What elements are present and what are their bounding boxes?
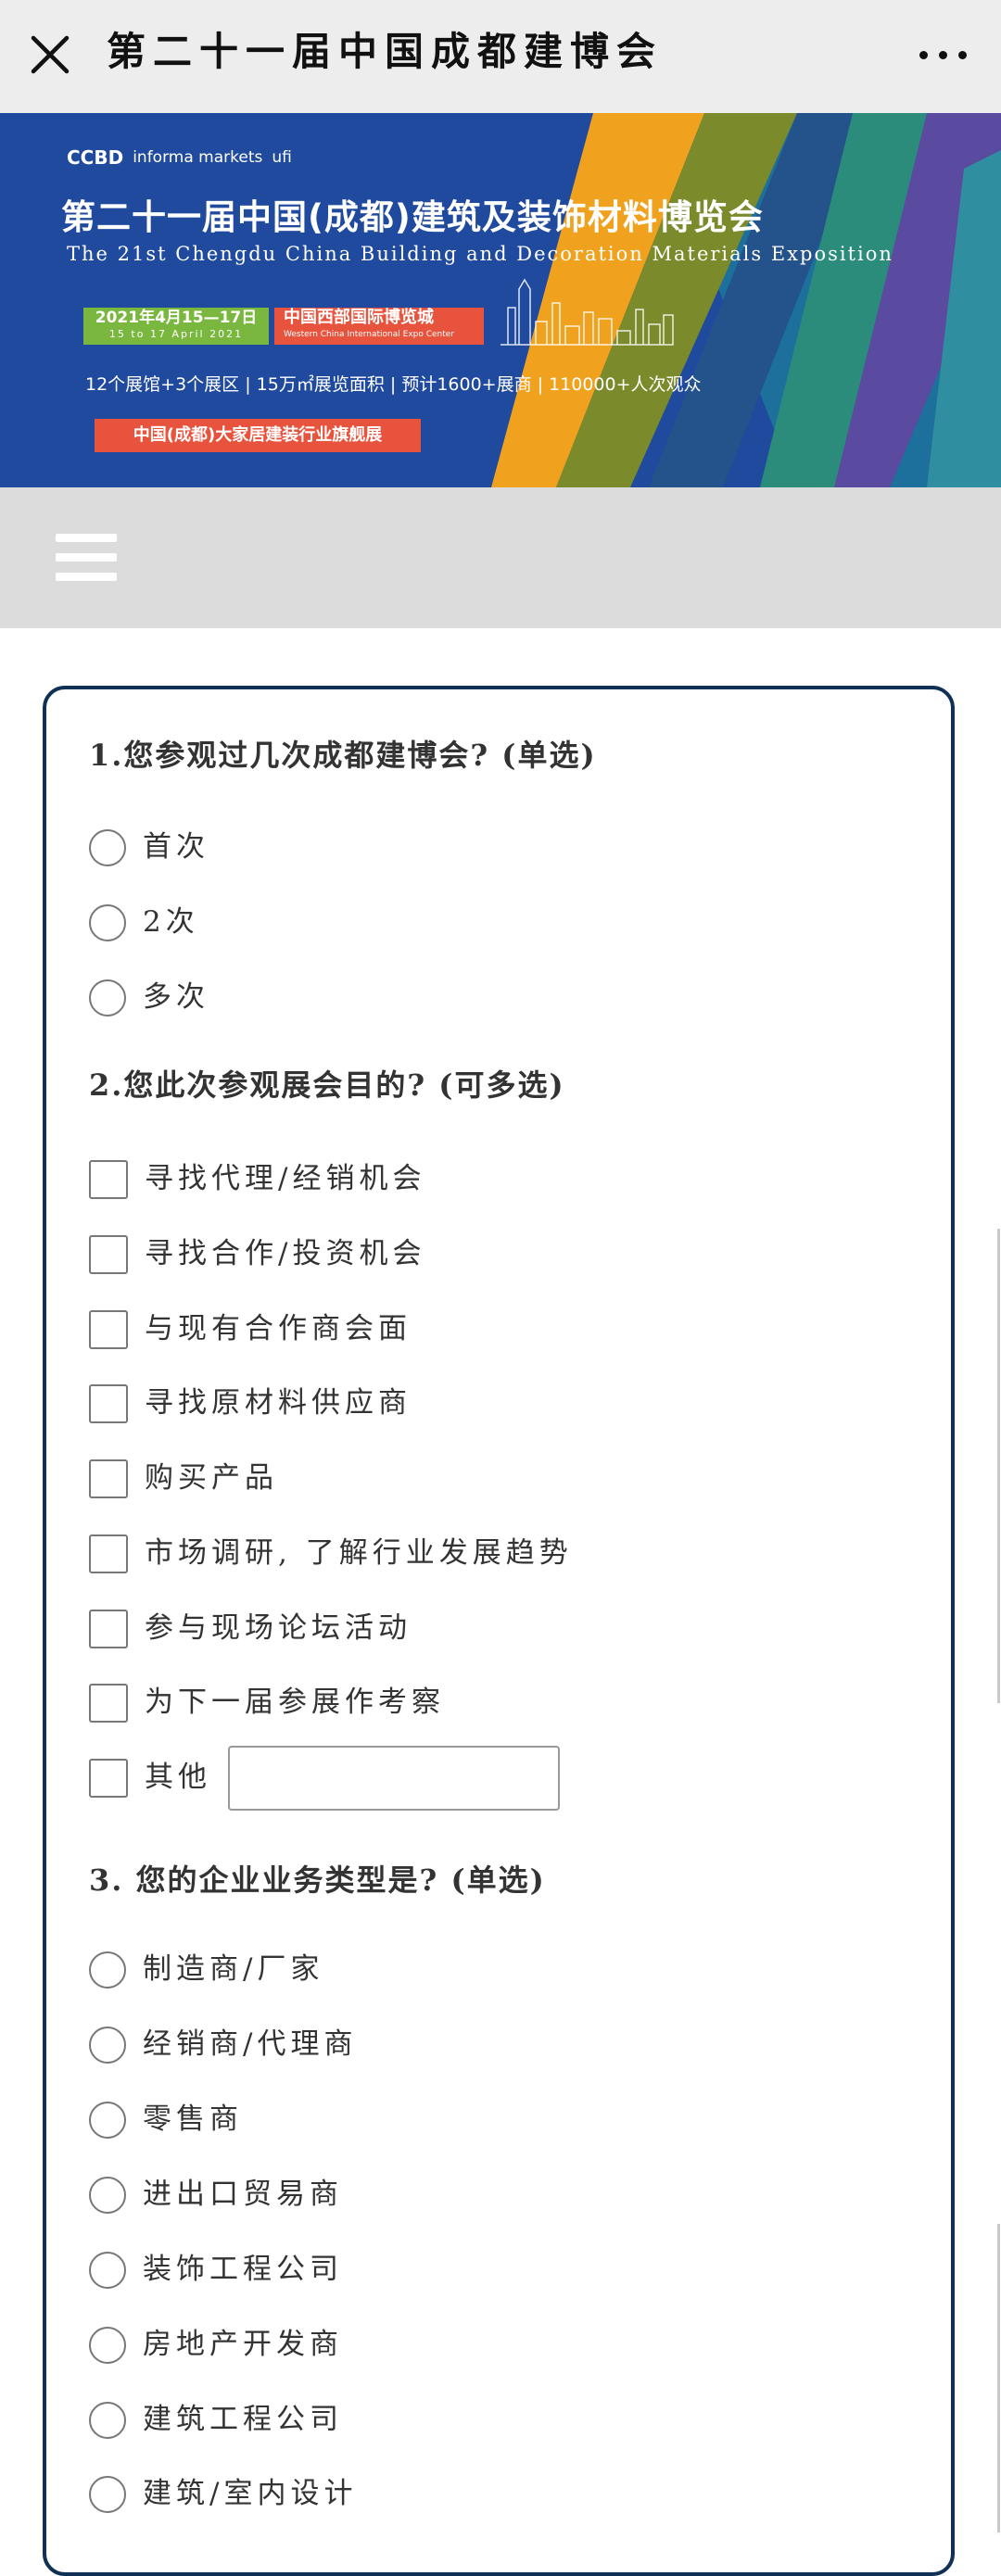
q2-option[interactable]: 为下一届参展作考察 [89, 1680, 445, 1726]
q3-option[interactable]: 经销商/代理商 [89, 2022, 357, 2068]
radio-button[interactable] [89, 979, 126, 1017]
q3-option[interactable]: 建筑工程公司 [89, 2397, 343, 2443]
q2-option[interactable]: 购买产品 [89, 1456, 278, 1502]
radio-button[interactable] [89, 829, 126, 866]
checkbox[interactable] [89, 1534, 128, 1573]
question-1-title: 1.您参观过几次成都建博会? (单选) [89, 738, 597, 773]
more-options-icon[interactable] [916, 37, 971, 70]
q2-option[interactable]: 市场调研, 了解行业发展趋势 [89, 1531, 573, 1577]
checkbox[interactable] [89, 1759, 128, 1798]
q2-option-other[interactable]: 其他 [89, 1755, 211, 1801]
banner-subtitle: The 21st Chengdu China Building and Deco… [67, 243, 893, 265]
checkbox[interactable] [89, 1684, 128, 1723]
checkbox[interactable] [89, 1235, 128, 1274]
checkbox[interactable] [89, 1610, 128, 1648]
q2-option[interactable]: 寻找合作/投资机会 [89, 1231, 425, 1278]
q3-option[interactable]: 制造商/厂家 [89, 1947, 323, 1993]
question-3-title: 3. 您的企业业务类型是? (单选) [89, 1863, 546, 1898]
radio-button[interactable] [89, 904, 126, 941]
radio-button[interactable] [89, 2327, 126, 2364]
radio-button[interactable] [89, 2476, 126, 2513]
ccbd-logo: CCBD [67, 146, 124, 169]
close-icon[interactable] [28, 32, 72, 77]
checkbox[interactable] [89, 1160, 128, 1199]
banner-tagline: 中国(成都)大家居建装行业旗舰展 [95, 419, 421, 452]
radio-button[interactable] [89, 2177, 126, 2214]
other-text-input[interactable] [228, 1746, 560, 1811]
page-title: 第二十一届中国成都建博会 [107, 29, 664, 74]
expo-banner: CCBD informa markets ufi 第二十一届中国(成都)建筑及装… [0, 113, 1001, 487]
q2-option[interactable]: 与现有合作商会面 [89, 1307, 412, 1353]
question-2-title: 2.您此次参观展会目的? (可多选) [89, 1067, 565, 1103]
q1-option-many[interactable]: 多次 [89, 975, 209, 1021]
checkbox[interactable] [89, 1310, 128, 1349]
radio-button[interactable] [89, 2102, 126, 2139]
ufi-logo: ufi [272, 148, 292, 167]
banner-stats: 12个展馆+3个展区 | 15万㎡展览面积 | 预计1600+展商 | 1100… [85, 374, 702, 395]
q1-option-first[interactable]: 首次 [89, 825, 209, 871]
radio-button[interactable] [89, 2402, 126, 2439]
scrollbar-track[interactable] [997, 1229, 1000, 1703]
q3-option[interactable]: 房地产开发商 [89, 2322, 343, 2368]
informa-logo: informa markets [133, 148, 263, 167]
banner-logos: CCBD informa markets ufi [67, 146, 292, 169]
banner-title: 第二十一届中国(成都)建筑及装饰材料博览会 [61, 197, 764, 237]
checkbox[interactable] [89, 1459, 128, 1498]
radio-button[interactable] [89, 2027, 126, 2064]
top-bar: 第二十一届中国成都建博会 [0, 0, 1001, 114]
menu-bar [0, 487, 1001, 628]
banner-date: 2021年4月15—17日 15 to 17 April 2021 [83, 308, 269, 345]
q2-option[interactable]: 寻找原材料供应商 [89, 1381, 412, 1427]
q3-option[interactable]: 建筑/室内设计 [89, 2471, 357, 2518]
checkbox[interactable] [89, 1384, 128, 1423]
q3-option[interactable]: 装饰工程公司 [89, 2247, 343, 2293]
q3-option[interactable]: 进出口贸易商 [89, 2172, 343, 2218]
q2-option[interactable]: 参与现场论坛活动 [89, 1606, 412, 1652]
banner-venue: 中国西部国际博览城 Western China International Ex… [274, 308, 484, 345]
scrollbar-thumb[interactable] [997, 2224, 1000, 2532]
radio-button[interactable] [89, 2252, 126, 2289]
q2-option[interactable]: 寻找代理/经销机会 [89, 1156, 425, 1203]
q3-option[interactable]: 零售商 [89, 2097, 243, 2143]
q1-option-two[interactable]: 2次 [89, 900, 199, 946]
hamburger-menu-icon[interactable] [56, 534, 117, 582]
radio-button[interactable] [89, 1951, 126, 1989]
